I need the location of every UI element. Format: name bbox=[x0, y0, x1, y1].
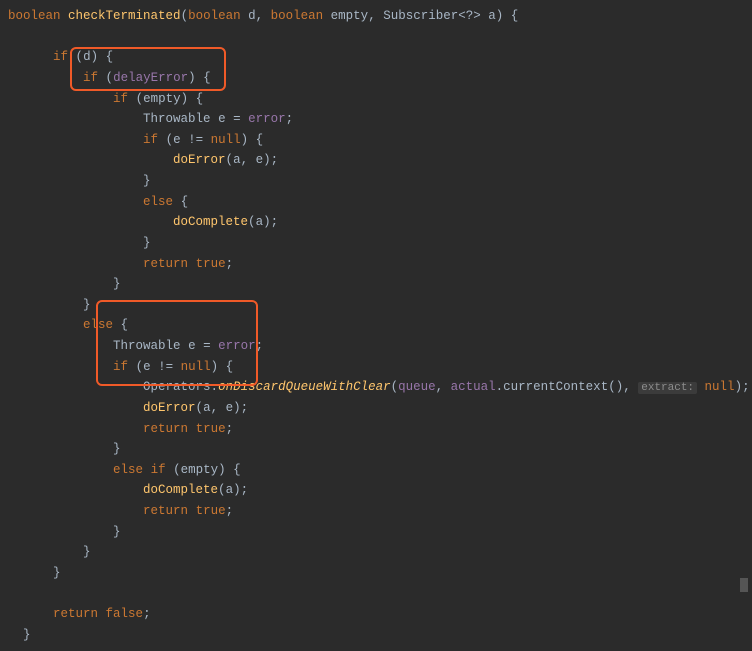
code-line: } bbox=[8, 295, 752, 316]
code-line bbox=[8, 584, 752, 605]
code-line: Throwable e = error; bbox=[8, 109, 752, 130]
code-line: if (empty) { bbox=[8, 89, 752, 110]
code-line: boolean checkTerminated(boolean d, boole… bbox=[8, 6, 752, 27]
code-line: return true; bbox=[8, 501, 752, 522]
code-line: if (delayError) { bbox=[8, 68, 752, 89]
code-line: } bbox=[8, 274, 752, 295]
method-name: checkTerminated bbox=[68, 9, 181, 23]
code-line: return true; bbox=[8, 419, 752, 440]
code-line: Throwable e = error; bbox=[8, 336, 752, 357]
code-line: if (e != null) { bbox=[8, 357, 752, 378]
code-line: } bbox=[8, 625, 752, 646]
code-line: else if (empty) { bbox=[8, 460, 752, 481]
code-line: } bbox=[8, 522, 752, 543]
code-line: else { bbox=[8, 192, 752, 213]
code-line: doError(a, e); bbox=[8, 398, 752, 419]
code-line: } bbox=[8, 233, 752, 254]
kw-boolean: boolean bbox=[8, 9, 61, 23]
parameter-hint: extract: bbox=[638, 382, 697, 394]
code-line: return true; bbox=[8, 254, 752, 275]
code-line: } bbox=[8, 171, 752, 192]
code-line: return false; bbox=[8, 604, 752, 625]
code-line: else { bbox=[8, 315, 752, 336]
code-line bbox=[8, 27, 752, 48]
code-line: doComplete(a); bbox=[8, 212, 752, 233]
code-line: } bbox=[8, 563, 752, 584]
code-editor: boolean checkTerminated(boolean d, boole… bbox=[0, 0, 752, 651]
code-line: if (d) { bbox=[8, 47, 752, 68]
code-line: } bbox=[8, 542, 752, 563]
scrollbar-track[interactable] bbox=[740, 0, 750, 598]
code-line: if (e != null) { bbox=[8, 130, 752, 151]
code-line: Operators.onDiscardQueueWithClear(queue,… bbox=[8, 377, 752, 398]
code-line: doComplete(a); bbox=[8, 480, 752, 501]
code-line: doError(a, e); bbox=[8, 150, 752, 171]
scrollbar-thumb[interactable] bbox=[740, 578, 748, 592]
code-line: } bbox=[8, 439, 752, 460]
